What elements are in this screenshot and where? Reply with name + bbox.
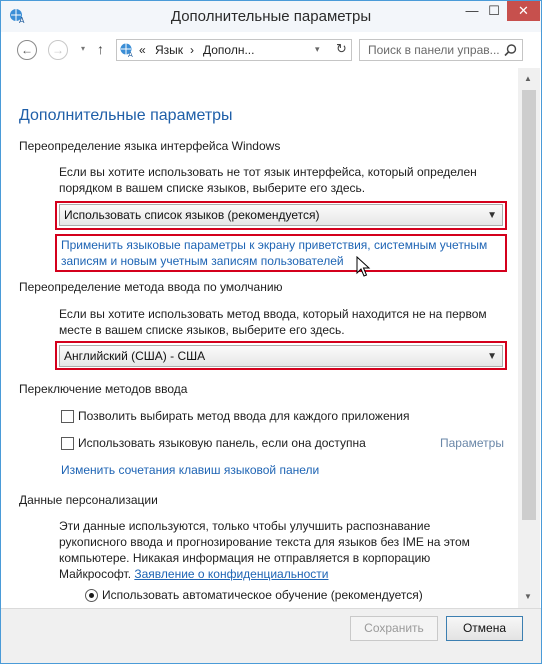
page-title: Дополнительные параметры xyxy=(19,107,233,124)
cancel-button[interactable]: Отмена xyxy=(446,616,523,641)
per-app-input-checkbox[interactable] xyxy=(61,410,74,423)
auto-learning-label[interactable]: Использовать автоматическое обучение (ре… xyxy=(102,587,423,603)
breadcrumb-separator: › xyxy=(190,43,194,57)
personalization-description-line4: Майкрософт. Заявление о конфиденциальнос… xyxy=(59,566,328,582)
search-input[interactable]: Поиск в панели управ... xyxy=(359,39,523,61)
back-button[interactable]: ← xyxy=(17,40,37,60)
section-heading-ui-language: Переопределение языка интерфейса Windows xyxy=(19,139,281,153)
input-method-select-value: Английский (США) - США xyxy=(64,349,206,363)
forward-button[interactable]: → xyxy=(48,40,68,60)
chevron-down-icon: ▼ xyxy=(487,210,497,221)
radio-selected-dot xyxy=(89,593,94,598)
change-hotkeys-link[interactable]: Изменить сочетания клавиш языковой панел… xyxy=(61,462,319,478)
section-heading-switching: Переключение методов ввода xyxy=(19,382,188,396)
ui-language-select-value: Использовать список языков (рекомендуетс… xyxy=(64,208,320,222)
ui-language-select[interactable]: Использовать список языков (рекомендуетс… xyxy=(59,204,503,226)
recent-locations-dropdown[interactable]: ▾ xyxy=(81,44,85,53)
navigation-bar: ← → ▾ ↑ A « Язык › Дополн... ▾ ↻ Поиск в… xyxy=(1,32,541,68)
breadcrumb-advanced[interactable]: Дополн... xyxy=(203,43,254,57)
personalization-description-prefix: Майкрософт. xyxy=(59,567,132,581)
content-area: Дополнительные параметры Переопределение… xyxy=(2,68,518,608)
breadcrumb-language[interactable]: Язык xyxy=(155,43,183,57)
personalization-description-line3: компьютере. Никакая информация не отправ… xyxy=(59,551,431,565)
language-bar-checkbox[interactable] xyxy=(61,437,74,450)
apply-settings-link-line1[interactable]: Применить языковые параметры к экрану пр… xyxy=(61,237,487,253)
maximize-button[interactable]: ☐ xyxy=(483,1,505,21)
section-heading-personalization: Данные персонализации xyxy=(19,493,158,507)
ui-language-description-line1: Если вы хотите использовать не тот язык … xyxy=(59,165,477,179)
input-method-description-line2: месте в вашем списке языков, выберите ег… xyxy=(59,323,345,337)
dialog-footer: Сохранить Отмена xyxy=(1,608,541,663)
refresh-button[interactable]: ↻ xyxy=(331,39,352,61)
vertical-scrollbar[interactable]: ▲ ▼ xyxy=(518,68,540,608)
address-history-dropdown[interactable]: ▾ xyxy=(315,44,320,55)
input-method-select[interactable]: Английский (США) - США ▼ xyxy=(59,345,503,367)
language-location-icon: A xyxy=(120,43,133,58)
minimize-button[interactable]: — xyxy=(461,1,483,21)
language-bar-options-link[interactable]: Параметры xyxy=(440,435,504,451)
chevron-down-icon: ▼ xyxy=(487,351,497,362)
svg-text:A: A xyxy=(128,51,133,58)
scrollbar-thumb[interactable] xyxy=(522,90,536,520)
window-title: Дополнительные параметры xyxy=(170,8,372,25)
close-button[interactable]: ✕ xyxy=(507,1,540,21)
scroll-up-arrow-icon[interactable]: ▲ xyxy=(524,74,532,83)
title-bar[interactable]: A Дополнительные параметры — ☐ ✕ xyxy=(1,1,541,32)
address-bar[interactable]: A « Язык › Дополн... ▾ xyxy=(116,39,352,61)
personalization-description-line1: Эти данные используются, только чтобы ул… xyxy=(59,519,431,533)
up-button[interactable]: ↑ xyxy=(97,41,104,57)
auto-learning-radio[interactable] xyxy=(85,589,98,602)
search-icon[interactable] xyxy=(503,43,518,58)
mouse-pointer-icon xyxy=(356,256,371,277)
privacy-statement-link[interactable]: Заявление о конфиденциальности xyxy=(134,567,328,581)
input-method-description-line1: Если вы хотите использовать метод ввода,… xyxy=(59,307,487,321)
per-app-input-label[interactable]: Позволить выбирать метод ввода для каждо… xyxy=(78,408,409,424)
personalization-description-line2: рукописного ввода и прогнозирование текс… xyxy=(59,535,470,549)
language-bar-label[interactable]: Использовать языковую панель, если она д… xyxy=(78,435,366,451)
save-button[interactable]: Сохранить xyxy=(350,616,438,641)
address-overflow-chevron[interactable]: « xyxy=(139,43,146,57)
settings-window: A Дополнительные параметры — ☐ ✕ ← → ▾ ↑… xyxy=(0,0,542,664)
ui-language-description-line2: порядком в вашем списке языков, выберите… xyxy=(59,181,366,195)
search-placeholder: Поиск в панели управ... xyxy=(368,43,500,57)
section-heading-input-method: Переопределение метода ввода по умолчани… xyxy=(19,280,283,294)
scroll-down-arrow-icon[interactable]: ▼ xyxy=(524,592,532,601)
apply-settings-link-line2[interactable]: записям и новым учетным записям пользова… xyxy=(61,253,344,269)
